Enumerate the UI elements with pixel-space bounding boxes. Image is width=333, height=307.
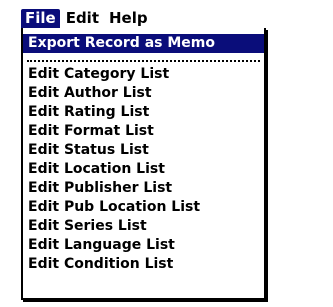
menu-shadow-bottom [23,300,268,302]
menu-item-export-record-as-memo[interactable]: Export Record as Memo [23,34,264,53]
menu-item-edit-condition-list[interactable]: Edit Condition List [23,255,264,274]
menu-file[interactable]: File [21,9,60,28]
menu-item-edit-format-list[interactable]: Edit Format List [23,122,264,141]
menu-separator [27,60,260,62]
menu-item-edit-language-list[interactable]: Edit Language List [23,236,264,255]
menu-item-edit-category-list[interactable]: Edit Category List [23,65,264,84]
menu-item-edit-pub-location-list[interactable]: Edit Pub Location List [23,198,264,217]
menu-bar: File Edit Help [21,9,152,28]
file-menu-dropdown: Export Record as Memo Edit Category List… [21,28,266,300]
menu-item-edit-publisher-list[interactable]: Edit Publisher List [23,179,264,198]
menu-item-edit-location-list[interactable]: Edit Location List [23,160,264,179]
menu-item-edit-series-list[interactable]: Edit Series List [23,217,264,236]
menu-edit[interactable]: Edit [62,9,103,28]
menu-shadow-right [266,30,268,302]
menu-item-edit-rating-list[interactable]: Edit Rating List [23,103,264,122]
menu-item-edit-status-list[interactable]: Edit Status List [23,141,264,160]
menu-item-edit-author-list[interactable]: Edit Author List [23,84,264,103]
menu-help[interactable]: Help [105,9,152,28]
